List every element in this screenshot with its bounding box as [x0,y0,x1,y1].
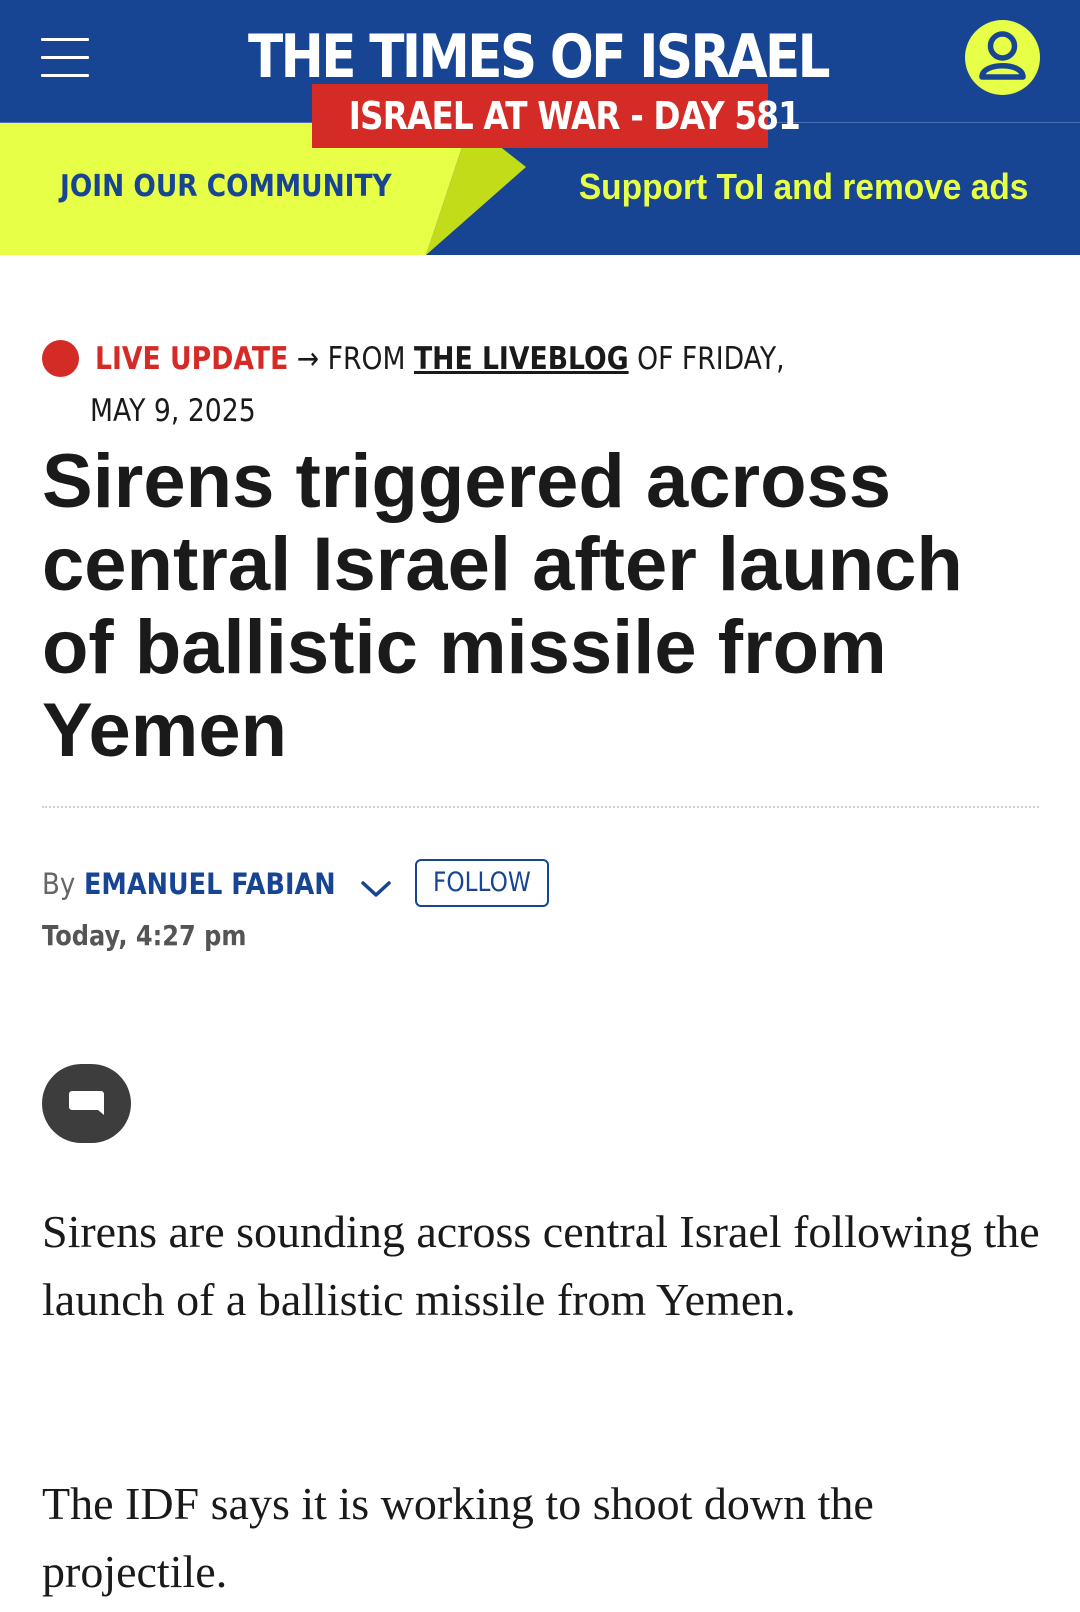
liveblog-link[interactable]: THE LIVEBLOG [414,341,629,377]
from-text: FROM [327,341,406,377]
hamburger-menu-icon[interactable] [41,38,89,78]
user-account-icon[interactable] [965,20,1040,95]
article-headline: Sirens triggered across central Israel a… [42,439,963,773]
article-paragraph: The IDF says it is working to shoot down… [42,1478,874,1597]
liveblog-day-text: OF FRIDAY, [637,341,785,377]
article-timestamp: Today, 4:27 pm [42,919,247,952]
support-remove-ads-link[interactable]: Support ToI and remove ads [545,157,1029,217]
live-update-row: LIVE UPDATE → FROM THE LIVEBLOG OF FRIDA… [95,332,785,386]
live-dot-icon [42,340,79,377]
article-paragraph: Sirens are sounding across central Israe… [42,1206,1040,1325]
live-update-date: MAY 9, 2025 [90,393,256,429]
follow-button[interactable]: FOLLOW [415,859,549,907]
join-community-label: JOIN OUR COMMUNITY [60,169,392,204]
war-day-badge[interactable]: ISRAEL AT WAR - DAY 581 [312,84,801,148]
join-community-link[interactable]: JOIN OUR COMMUNITY [60,157,440,217]
war-day-label: ISRAEL AT WAR - DAY 581 [348,94,801,138]
chevron-down-icon[interactable] [360,870,392,898]
support-remove-ads-label: Support ToI and remove ads [578,166,1029,207]
author-link[interactable]: EMANUEL FABIAN [84,862,336,906]
byline-prefix: By [42,867,76,901]
arrow-right-icon: → [296,341,320,377]
comment-bubble-icon[interactable] [42,1064,131,1143]
live-update-label: LIVE UPDATE [95,341,289,377]
follow-button-label: FOLLOW [433,867,531,898]
byline: By EMANUEL FABIAN FOLLOW [42,859,549,907]
headline-divider [42,806,1039,808]
